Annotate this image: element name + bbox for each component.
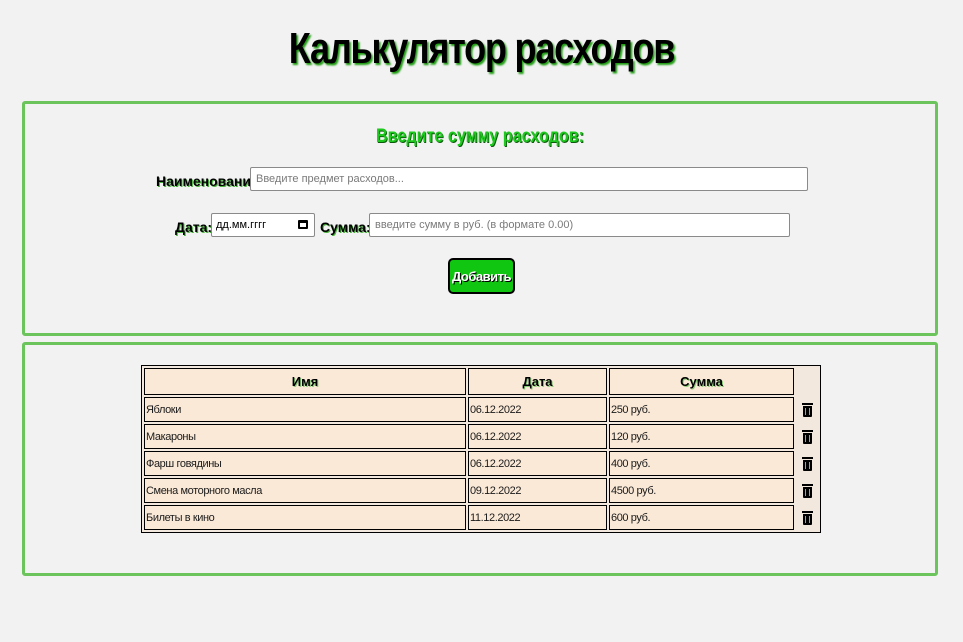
row-delete-cell <box>796 451 818 476</box>
row-date-cell: 11.12.2022 <box>468 505 607 530</box>
date-placeholder: дд.мм.гггг <box>216 219 267 231</box>
sum-input[interactable] <box>369 213 790 237</box>
trash-icon[interactable] <box>801 456 813 471</box>
date-input[interactable]: дд.мм.гггг <box>211 213 315 237</box>
trash-icon[interactable] <box>801 402 813 417</box>
table-row: Смена моторного масла 09.12.2022 4500 ру… <box>144 478 818 503</box>
name-input[interactable] <box>250 167 808 191</box>
column-header-name: Имя <box>144 368 466 395</box>
row-name-cell: Смена моторного масла <box>144 478 466 503</box>
row-sum-cell: 120 руб. <box>609 424 794 449</box>
row-sum-cell: 250 руб. <box>609 397 794 422</box>
expense-table-panel: Имя Дата Сумма Яблоки 06.12.2022 250 руб… <box>22 342 938 576</box>
expense-form-panel: Введите сумму расходов: Наименование: Да… <box>22 101 938 336</box>
table-header-row: Имя Дата Сумма <box>144 368 818 395</box>
sum-label: Сумма: <box>320 219 371 235</box>
trash-icon[interactable] <box>801 483 813 498</box>
form-heading: Введите сумму расходов: <box>375 126 585 147</box>
row-sum-cell: 600 руб. <box>609 505 794 530</box>
row-delete-cell <box>796 397 818 422</box>
expense-table: Имя Дата Сумма Яблоки 06.12.2022 250 руб… <box>141 365 821 533</box>
date-label: Дата: <box>175 219 213 235</box>
table-row: Билеты в кино 11.12.2022 600 руб. <box>144 505 818 530</box>
row-name-cell: Билеты в кино <box>144 505 466 530</box>
row-date-cell: 06.12.2022 <box>468 397 607 422</box>
row-delete-cell <box>796 478 818 503</box>
column-header-sum: Сумма <box>609 368 794 395</box>
row-delete-cell <box>796 505 818 530</box>
table-row: Макароны 06.12.2022 120 руб. <box>144 424 818 449</box>
column-header-date: Дата <box>468 368 607 395</box>
row-name-cell: Яблоки <box>144 397 466 422</box>
calendar-icon[interactable] <box>298 220 308 229</box>
table-row: Яблоки 06.12.2022 250 руб. <box>144 397 818 422</box>
row-delete-cell <box>796 424 818 449</box>
trash-icon[interactable] <box>801 510 813 525</box>
row-date-cell: 09.12.2022 <box>468 478 607 503</box>
row-date-cell: 06.12.2022 <box>468 424 607 449</box>
name-label: Наименование: <box>156 173 264 189</box>
row-name-cell: Фарш говядины <box>144 451 466 476</box>
table-row: Фарш говядины 06.12.2022 400 руб. <box>144 451 818 476</box>
add-button[interactable]: Добавить <box>448 258 515 294</box>
row-date-cell: 06.12.2022 <box>468 451 607 476</box>
row-name-cell: Макароны <box>144 424 466 449</box>
column-header-delete <box>796 368 818 395</box>
page-title: Калькулятор расходов <box>288 24 676 73</box>
trash-icon[interactable] <box>801 429 813 444</box>
row-sum-cell: 4500 руб. <box>609 478 794 503</box>
row-sum-cell: 400 руб. <box>609 451 794 476</box>
